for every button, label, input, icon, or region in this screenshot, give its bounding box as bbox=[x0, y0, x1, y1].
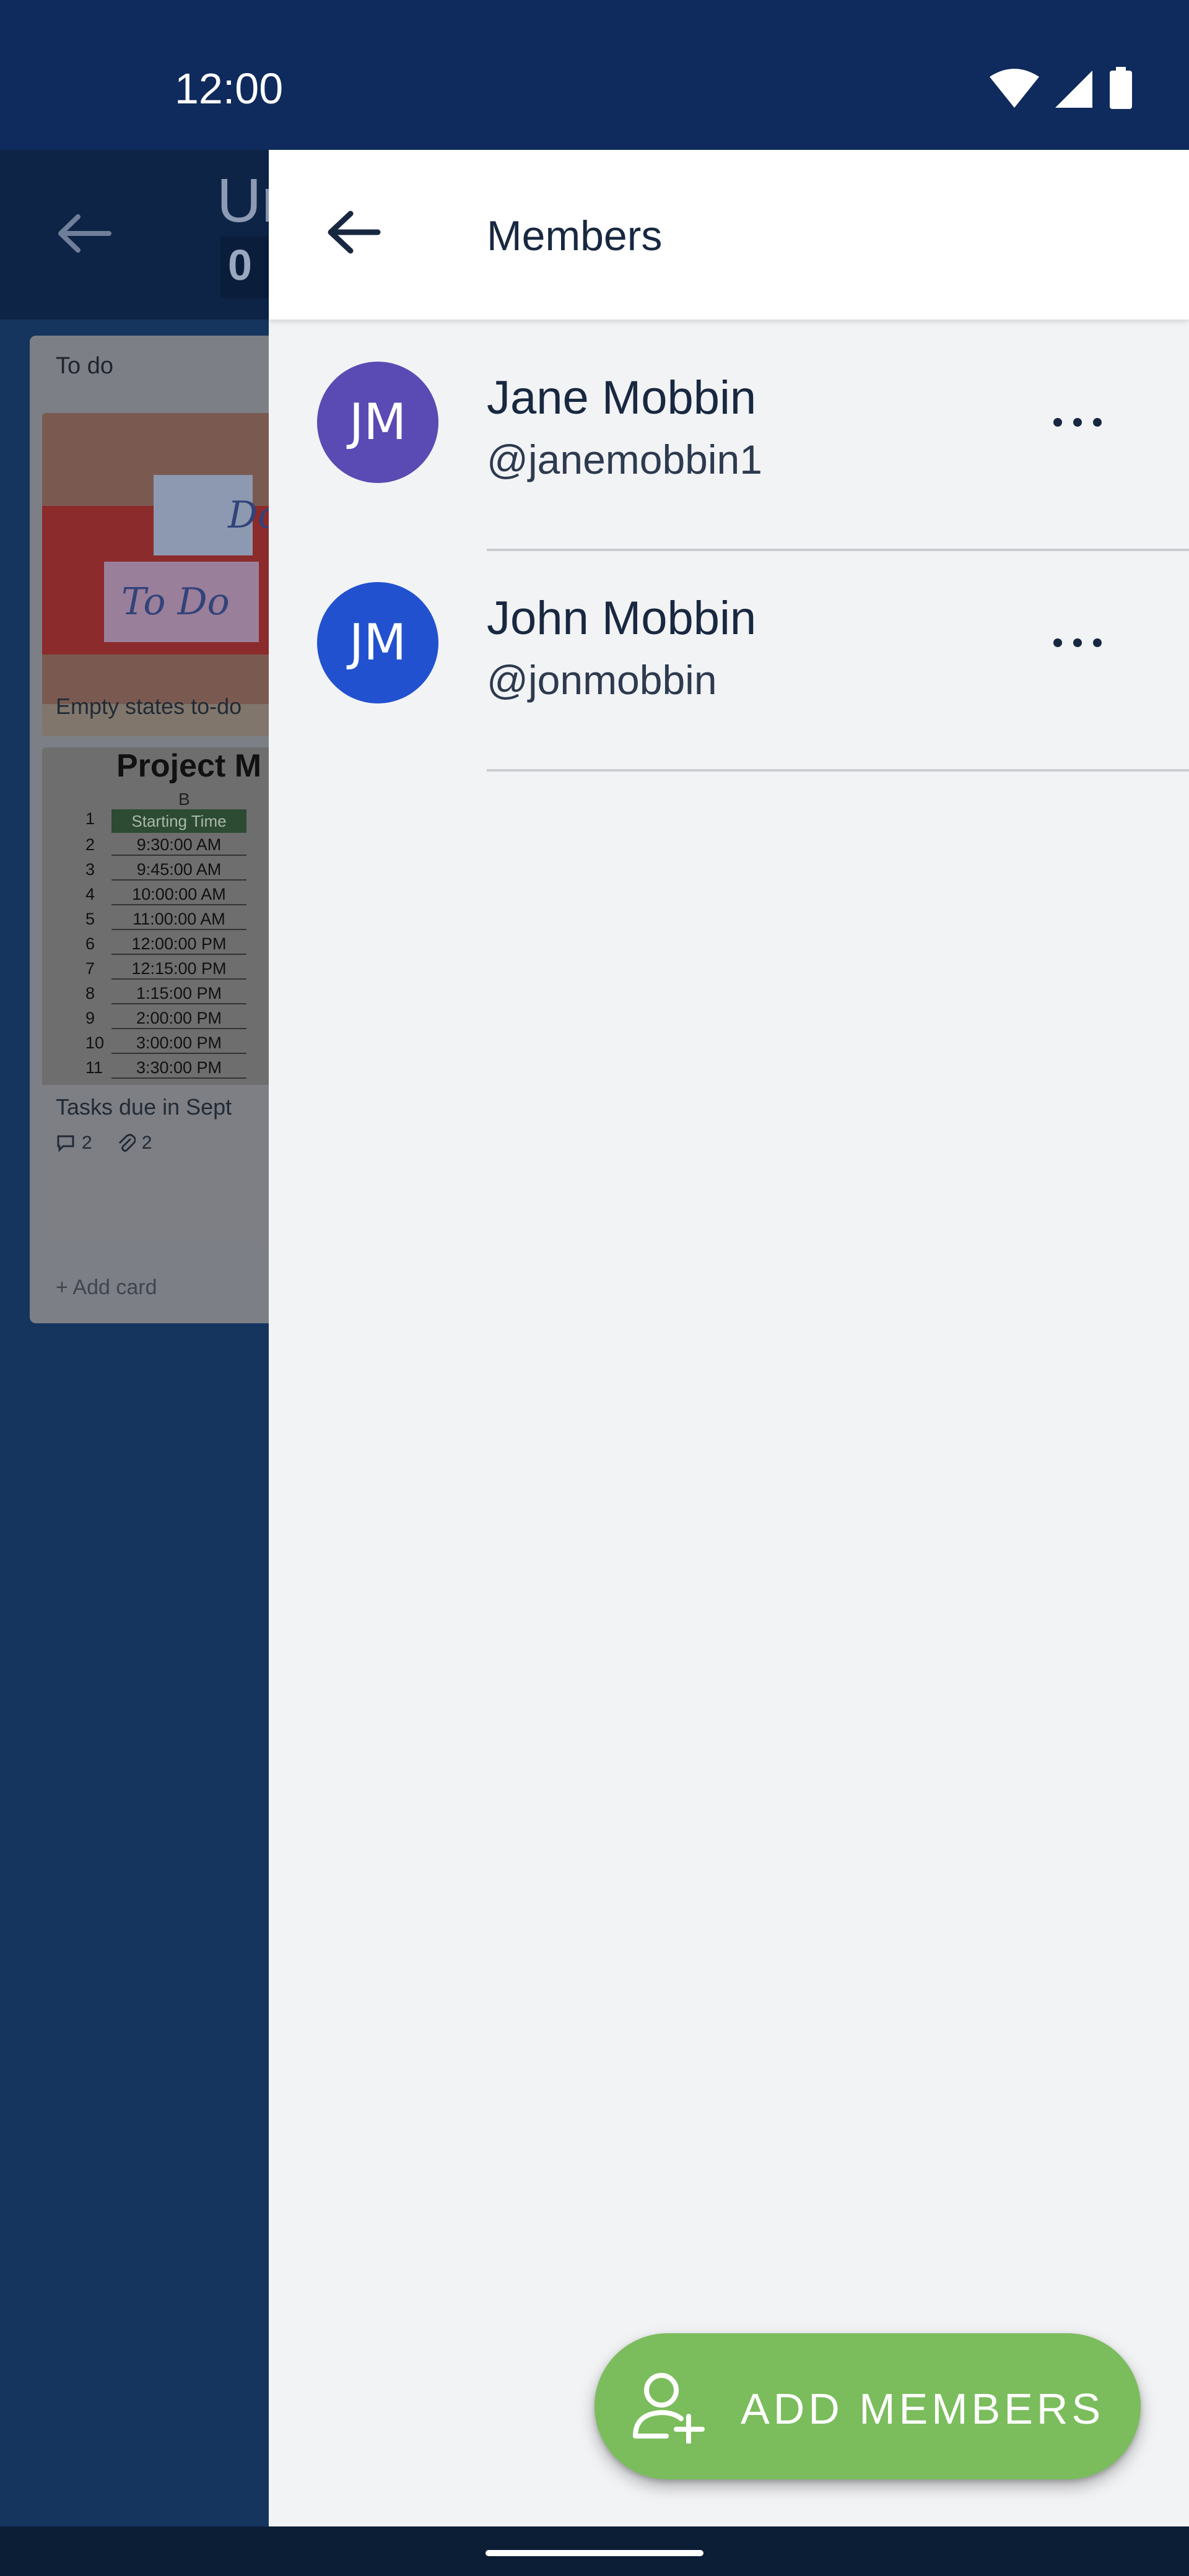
sheet-cell: 12:00:00 PM bbox=[111, 934, 246, 955]
sheet-row: 7 12:15:00 PM bbox=[79, 959, 253, 984]
sheet-row-number: 7 bbox=[85, 959, 95, 978]
sheet-column-letter: B bbox=[178, 790, 190, 809]
more-horizontal-icon bbox=[1053, 418, 1102, 427]
sheet-row-number: 8 bbox=[85, 984, 95, 1003]
member-more-button[interactable] bbox=[1043, 612, 1112, 674]
navigation-bar bbox=[0, 2526, 1189, 2576]
avatar: JM bbox=[317, 582, 438, 703]
sheet-row: 6 12:00:00 PM bbox=[79, 934, 253, 959]
member-row-jane[interactable]: JM Jane Mobbin @janemobbin1 bbox=[269, 331, 1189, 551]
sheet-title: Project M bbox=[116, 748, 262, 784]
sheet-cell: 3:30:00 PM bbox=[111, 1058, 246, 1079]
comments-badge: 2 bbox=[56, 1133, 92, 1154]
sheet-cell: 10:00:00 AM bbox=[111, 885, 246, 905]
sheet-row-number: 9 bbox=[85, 1009, 95, 1027]
avatar: JM bbox=[317, 362, 438, 483]
add-person-icon bbox=[633, 2373, 705, 2443]
sheet-row: 9 2:00:00 PM bbox=[79, 1009, 253, 1033]
sheet-row: 8 1:15:00 PM bbox=[79, 984, 253, 1009]
member-handle: @janemobbin1 bbox=[487, 437, 762, 482]
home-gesture-handle[interactable] bbox=[486, 2550, 703, 2556]
members-panel: Members JM Jane Mobbin @janemobbin1 JM J… bbox=[269, 150, 1189, 2526]
card-title: Tasks due in Sept bbox=[56, 1094, 232, 1120]
sheet-row-number: 10 bbox=[85, 1033, 105, 1052]
status-icons bbox=[990, 67, 1133, 110]
comments-count: 2 bbox=[82, 1133, 92, 1153]
battery-icon bbox=[1110, 67, 1132, 109]
sheet-row-number: 5 bbox=[85, 910, 95, 928]
sheet-cell: 3:00:00 PM bbox=[111, 1033, 246, 1054]
status-time: 12:00 bbox=[175, 64, 284, 113]
sheet-cell: 2:00:00 PM bbox=[111, 1009, 246, 1029]
sheet-row: 11 3:30:00 PM bbox=[79, 1058, 253, 1083]
panel-header: Members bbox=[269, 150, 1189, 320]
sheet-row: 10 3:00:00 PM bbox=[79, 1033, 253, 1058]
status-bar: 12:00 bbox=[0, 0, 1189, 150]
add-members-label: ADD MEMBERS bbox=[741, 2385, 1105, 2433]
sheet-cell: 9:30:00 AM bbox=[111, 835, 246, 856]
wifi-icon bbox=[990, 69, 1039, 108]
sheet-cell: 1:15:00 PM bbox=[111, 984, 246, 1004]
sheet-row-number: 11 bbox=[85, 1058, 103, 1077]
card-cover-spreadsheet: Project M B 1 Starting Time 2 9:30:00 AM … bbox=[42, 747, 302, 1085]
sheet-row: 4 10:00:00 AM bbox=[79, 885, 253, 910]
sheet-row-number: 3 bbox=[85, 860, 95, 879]
sheet-row-number: 4 bbox=[85, 885, 95, 903]
card-tasks-due[interactable]: Project M B 1 Starting Time 2 9:30:00 AM … bbox=[42, 747, 302, 1243]
attachments-count: 2 bbox=[141, 1133, 152, 1153]
sheet-cell: 9:45:00 AM bbox=[111, 860, 246, 881]
add-card-button[interactable]: + Add card bbox=[56, 1276, 157, 1300]
attachments-badge: 2 bbox=[117, 1133, 152, 1154]
paperclip-icon bbox=[118, 1134, 136, 1152]
sheet-row-number: 2 bbox=[85, 835, 95, 854]
back-arrow-icon[interactable] bbox=[326, 209, 381, 256]
cover-todo-text: To Do bbox=[121, 580, 230, 624]
member-name: Jane Mobbin bbox=[487, 372, 757, 424]
card-title: Empty states to-do bbox=[56, 694, 242, 719]
card-cover-image: Doin To Do bbox=[42, 413, 302, 704]
divider bbox=[487, 769, 1189, 772]
sheet-row: 5 11:00:00 AM bbox=[79, 910, 253, 934]
signal-icon bbox=[1055, 71, 1092, 108]
sheet-row: 3 9:45:00 AM bbox=[79, 860, 253, 885]
board-back-icon[interactable] bbox=[56, 212, 111, 255]
comment-icon bbox=[57, 1135, 74, 1152]
board-chip: 0 bbox=[220, 237, 276, 298]
card-empty-states[interactable]: Doin To Do Empty states to-do bbox=[42, 413, 302, 736]
add-members-button[interactable]: ADD MEMBERS bbox=[594, 2333, 1141, 2479]
sheet-cell: 12:15:00 PM bbox=[111, 959, 246, 980]
sheet-row: 2 9:30:00 AM bbox=[79, 835, 253, 860]
card-badges: 2 2 bbox=[56, 1133, 152, 1154]
list-title: To do bbox=[56, 353, 113, 379]
sheet-row-number: 1 bbox=[85, 809, 95, 828]
sheet-row-number: 6 bbox=[85, 934, 95, 953]
sheet-column-header: Starting Time bbox=[111, 809, 246, 833]
panel-title: Members bbox=[487, 212, 663, 259]
member-more-button[interactable] bbox=[1043, 391, 1112, 453]
list-column-todo: To do Doin To Do Empty states to-do Proj… bbox=[30, 336, 302, 1323]
sheet-cell: 11:00:00 AM bbox=[111, 910, 246, 930]
member-row-john[interactable]: JM John Mobbin @jonmobbin bbox=[269, 551, 1189, 772]
more-horizontal-icon bbox=[1053, 638, 1102, 647]
member-handle: @jonmobbin bbox=[487, 657, 717, 703]
member-name: John Mobbin bbox=[487, 592, 757, 645]
